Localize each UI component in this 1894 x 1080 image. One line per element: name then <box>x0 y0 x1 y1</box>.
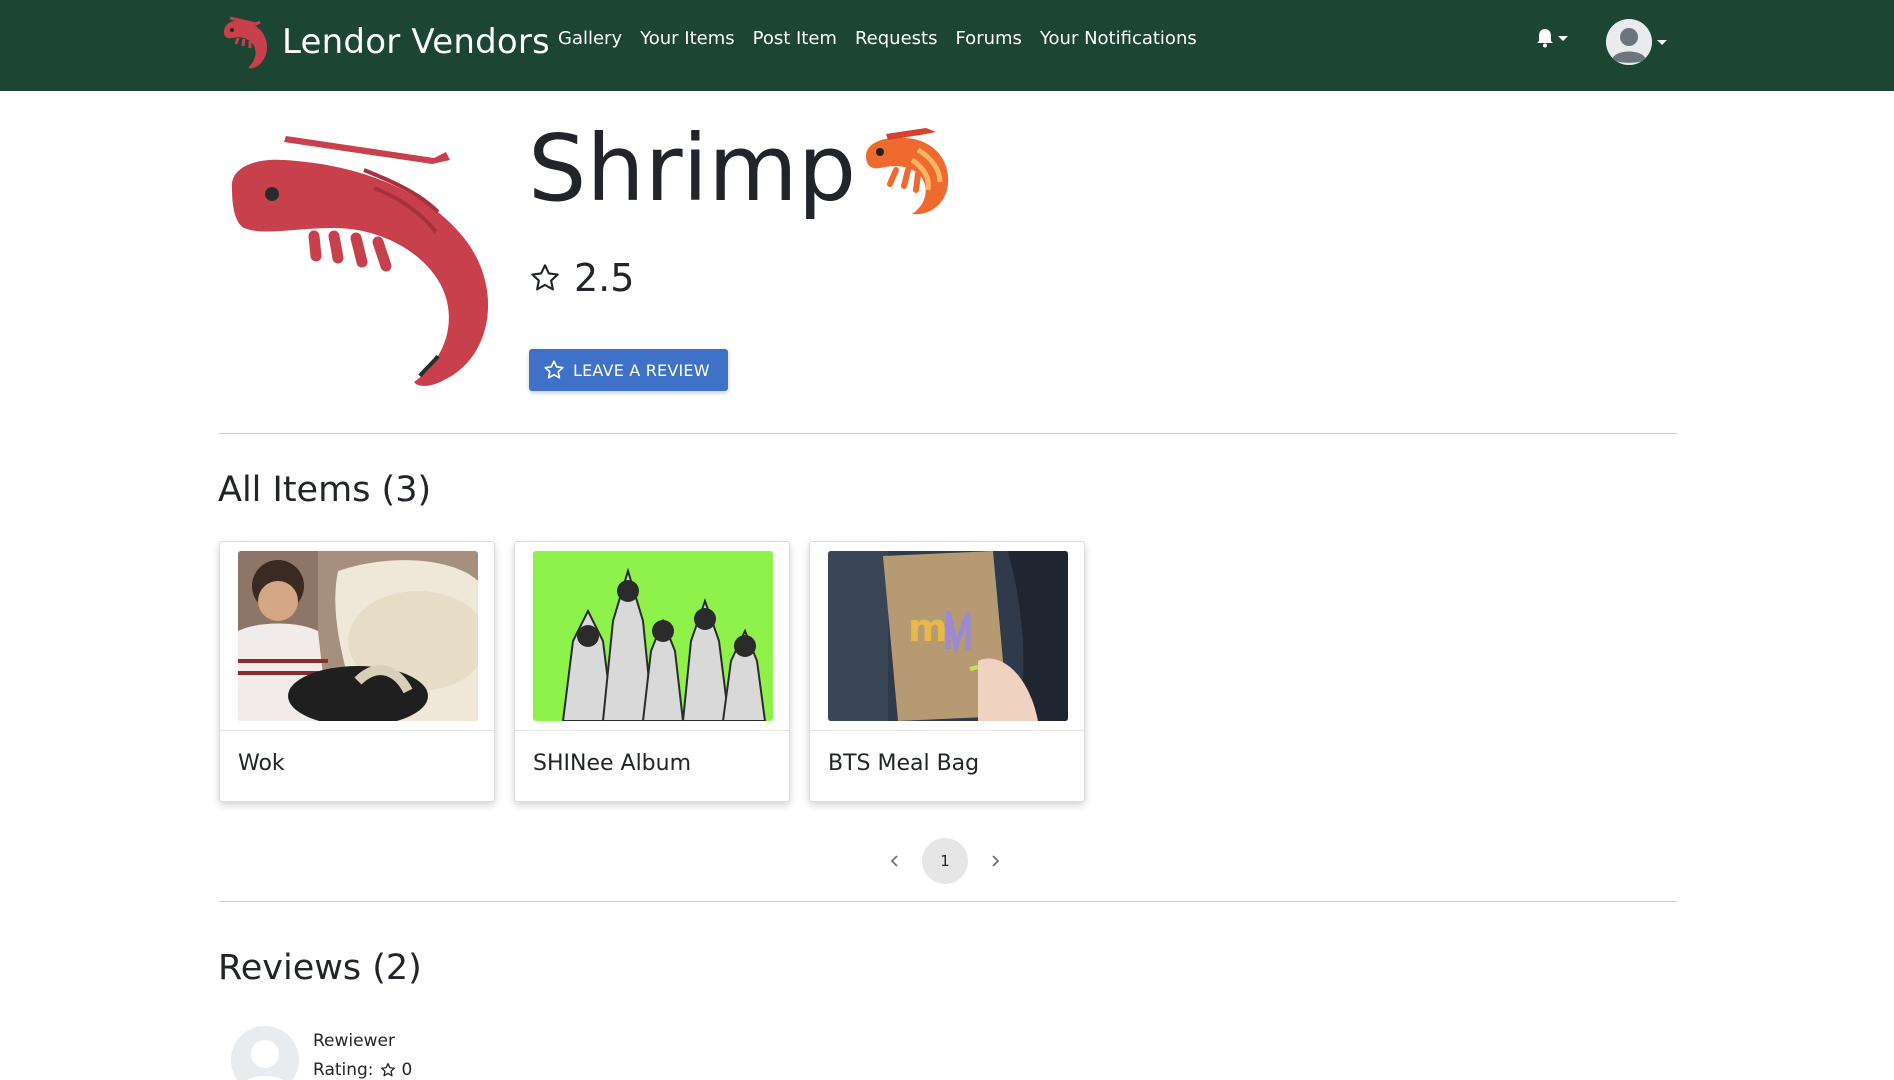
user-menu-dropdown[interactable] <box>1606 19 1667 65</box>
svg-text:m: m <box>908 606 948 650</box>
reviewer-avatar-icon <box>231 1026 299 1080</box>
shrimp-logo-icon <box>224 16 268 69</box>
chevron-left-icon <box>890 855 898 867</box>
nav-link-forums[interactable]: Forums <box>955 28 1021 49</box>
user-avatar-icon <box>1606 19 1652 65</box>
item-image-wok <box>238 551 478 721</box>
item-card-title: SHINee Album <box>533 751 692 776</box>
star-outline-icon <box>531 264 559 291</box>
shrimp-emoji-icon <box>866 128 949 215</box>
item-card-wok[interactable]: Wok <box>219 541 495 802</box>
divider <box>219 433 1677 434</box>
pagination: 1 <box>880 837 1010 885</box>
items-section-title: All Items (3) <box>218 470 432 510</box>
review-rating-label: Rating: <box>313 1060 374 1080</box>
nav-link-post-item[interactable]: Post Item <box>753 28 837 49</box>
item-card-title: Wok <box>238 751 285 776</box>
nav-link-your-items[interactable]: Your Items <box>640 28 735 49</box>
star-outline-icon <box>380 1063 395 1077</box>
leave-review-button[interactable]: LEAVE A REVIEW <box>529 349 728 391</box>
reviews-section-title: Reviews (2) <box>218 948 422 988</box>
brand-name: Lendor Vendors <box>282 22 550 62</box>
reviewer-name: Rewiewer <box>313 1031 395 1051</box>
leave-review-label: LEAVE A REVIEW <box>573 360 710 380</box>
brand-link[interactable]: Lendor Vendors <box>216 12 550 72</box>
bell-icon <box>1537 29 1553 48</box>
item-card-bts-meal-bag[interactable]: m BTS Meal Bag <box>809 541 1085 802</box>
item-image-bts-meal-bag: m <box>828 551 1068 721</box>
review-rating: Rating: 0 <box>313 1060 412 1080</box>
nav-link-requests[interactable]: Requests <box>855 28 938 49</box>
vendor-rating: 2.5 <box>528 256 634 300</box>
page-number-button[interactable]: 1 <box>922 838 968 884</box>
item-image-shinee-album <box>533 551 773 721</box>
card-divider <box>220 730 494 731</box>
item-card-title: BTS Meal Bag <box>828 751 980 776</box>
top-navbar: Lendor Vendors Gallery Your Items Post I… <box>0 0 1894 91</box>
chevron-right-icon <box>992 855 1000 867</box>
divider <box>219 901 1677 902</box>
nav-link-notifications[interactable]: Your Notifications <box>1040 28 1197 49</box>
notifications-dropdown[interactable] <box>1536 28 1568 48</box>
card-divider <box>810 730 1084 731</box>
chevron-down-icon <box>1558 35 1568 41</box>
nav-link-gallery[interactable]: Gallery <box>558 28 622 49</box>
chevron-down-icon <box>1657 39 1667 45</box>
star-outline-icon <box>544 360 564 379</box>
vendor-name: Shrimp <box>528 115 857 222</box>
previous-page-button[interactable] <box>880 846 910 876</box>
rating-value: 2.5 <box>574 256 635 300</box>
nav-links: Gallery Your Items Post Item Requests Fo… <box>558 28 1215 49</box>
next-page-button[interactable] <box>980 846 1010 876</box>
item-card-shinee-album[interactable]: SHINee Album <box>514 541 790 802</box>
card-divider <box>515 730 789 731</box>
review-rating-value: 0 <box>401 1060 413 1080</box>
vendor-profile-image <box>231 136 489 386</box>
